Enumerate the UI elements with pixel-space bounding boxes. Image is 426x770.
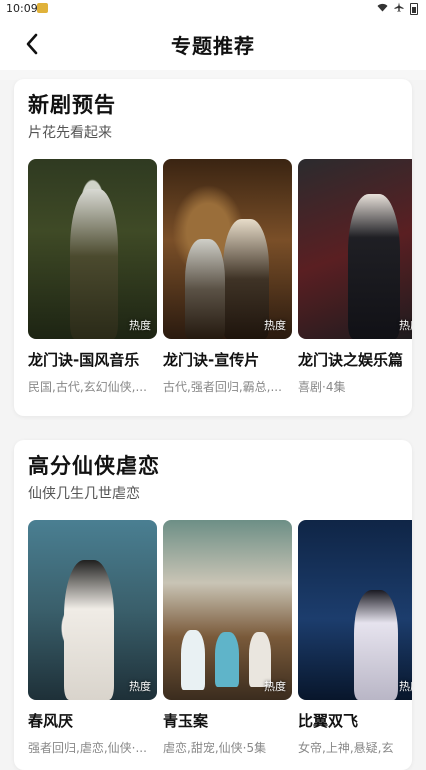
drama-tags: 古代,强者回归,霸总,... <box>163 380 282 394</box>
drama-title: 比翼双飞 <box>298 712 359 730</box>
poster-figure <box>70 189 118 339</box>
poster-figure <box>185 239 225 339</box>
heat-badge: 热度 <box>129 680 151 693</box>
drama-card[interactable]: 热度 龙门诀之娱乐篇 喜剧·4集 <box>298 159 412 395</box>
drama-title: 春风厌 <box>28 712 74 730</box>
poster-figure <box>181 630 205 690</box>
section-title: 新剧预告 <box>28 93 116 117</box>
poster-figure <box>354 590 398 700</box>
airplane-icon <box>394 2 404 15</box>
section-title: 高分仙侠虐恋 <box>28 454 160 478</box>
topic-card-new-dramas: 新剧预告 片花先看起来 热度 龙门诀-国风音乐 民国,古代,玄幻仙侠,... 热… <box>14 79 412 416</box>
drama-title: 龙门诀之娱乐篇 <box>298 351 404 369</box>
drama-row[interactable]: 热度 春风厌 强者回归,虐恋,仙侠·... 热度 青玉案 虐恋,甜宠,仙侠·5集… <box>28 520 412 770</box>
heat-badge: 热度 <box>264 680 286 693</box>
status-time: 10:09 <box>6 2 38 15</box>
drama-poster: 热度 <box>298 159 412 339</box>
drama-tags: 民国,古代,玄幻仙侠,... <box>28 380 147 394</box>
heat-badge: 热度 <box>129 319 151 332</box>
section-subtitle: 仙侠几生几世虐恋 <box>28 486 140 502</box>
battery-icon <box>410 2 418 15</box>
poster-figure <box>223 219 269 339</box>
drama-card[interactable]: 热度 龙门诀-国风音乐 民国,古代,玄幻仙侠,... <box>28 159 157 395</box>
drama-card[interactable]: 热度 龙门诀-宣传片 古代,强者回归,霸总,... <box>163 159 292 395</box>
drama-title: 青玉案 <box>163 712 209 730</box>
heat-badge: 热度 <box>399 319 412 332</box>
drama-tags: 女帝,上神,悬疑,玄 <box>298 741 394 755</box>
drama-card[interactable]: 热度 青玉案 虐恋,甜宠,仙侠·5集 <box>163 520 292 756</box>
drama-title: 龙门诀-国风音乐 <box>28 351 140 369</box>
poster-figure <box>215 632 239 687</box>
status-bar: 10:09 <box>0 0 426 18</box>
app-notification-icon <box>37 3 48 13</box>
drama-title: 龙门诀-宣传片 <box>163 351 260 369</box>
drama-poster: 热度 <box>163 159 292 339</box>
drama-poster: 热度 <box>163 520 292 700</box>
drama-poster: 热度 <box>298 520 412 700</box>
heat-badge: 热度 <box>399 680 412 693</box>
drama-tags: 虐恋,甜宠,仙侠·5集 <box>163 741 267 755</box>
drama-poster: 热度 <box>28 159 157 339</box>
poster-figure <box>64 560 114 700</box>
status-indicators <box>377 2 418 15</box>
heat-badge: 热度 <box>264 319 286 332</box>
section-subtitle: 片花先看起来 <box>28 125 112 141</box>
drama-poster: 热度 <box>28 520 157 700</box>
page-title: 专题推荐 <box>171 34 255 58</box>
drama-card[interactable]: 热度 比翼双飞 女帝,上神,悬疑,玄 <box>298 520 412 756</box>
poster-figure <box>348 194 400 339</box>
drama-card[interactable]: 热度 春风厌 强者回归,虐恋,仙侠·... <box>28 520 157 756</box>
drama-row[interactable]: 热度 龙门诀-国风音乐 民国,古代,玄幻仙侠,... 热度 龙门诀-宣传片 古代… <box>28 159 412 409</box>
topic-card-xianxia-romance: 高分仙侠虐恋 仙侠几生几世虐恋 热度 春风厌 强者回归,虐恋,仙侠·... 热度… <box>14 440 412 770</box>
wifi-icon <box>377 3 388 15</box>
header: 专题推荐 <box>0 18 426 70</box>
drama-tags: 强者回归,虐恋,仙侠·... <box>28 741 147 755</box>
drama-tags: 喜剧·4集 <box>298 380 346 394</box>
